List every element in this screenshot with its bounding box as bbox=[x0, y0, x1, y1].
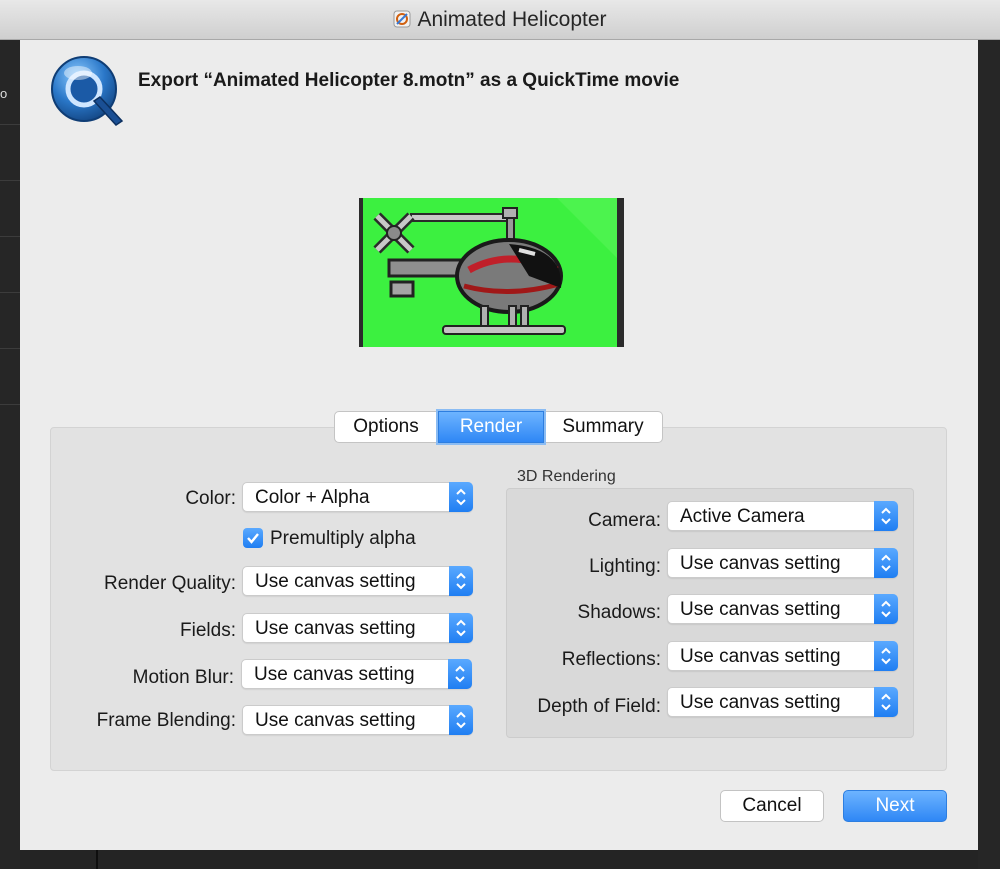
reflections-popup[interactable]: Use canvas setting bbox=[667, 641, 898, 671]
fields-value: Use canvas setting bbox=[255, 618, 416, 639]
shadows-value: Use canvas setting bbox=[680, 599, 841, 620]
chevron-updown-icon bbox=[874, 548, 898, 578]
tab-render[interactable]: Render bbox=[438, 411, 544, 443]
lighting-popup[interactable]: Use canvas setting bbox=[667, 548, 898, 578]
lighting-value: Use canvas setting bbox=[680, 553, 841, 574]
camera-label: Camera: bbox=[588, 510, 661, 531]
lighting-label: Lighting: bbox=[589, 556, 661, 577]
next-button[interactable]: Next bbox=[843, 790, 947, 822]
background-app-bottom bbox=[20, 850, 978, 869]
frame-blending-popup[interactable]: Use canvas setting bbox=[242, 705, 473, 735]
movie-preview-image bbox=[359, 198, 624, 347]
render-quality-value: Use canvas setting bbox=[255, 571, 416, 592]
chevron-updown-icon bbox=[448, 659, 472, 689]
color-value: Color + Alpha bbox=[255, 487, 370, 508]
tab-summary[interactable]: Summary bbox=[544, 411, 663, 443]
quicktime-logo-icon bbox=[50, 55, 124, 129]
checkmark-icon bbox=[247, 533, 259, 544]
tab-options[interactable]: Options bbox=[334, 411, 438, 443]
color-popup[interactable]: Color + Alpha bbox=[242, 482, 473, 512]
background-app-sidebar: o bbox=[0, 40, 20, 869]
fields-label: Fields: bbox=[180, 620, 236, 641]
reflections-label: Reflections: bbox=[561, 649, 661, 670]
chevron-updown-icon bbox=[449, 482, 473, 512]
background-glyph: o bbox=[0, 86, 8, 101]
cancel-button[interactable]: Cancel bbox=[720, 790, 824, 822]
depth-of-field-popup[interactable]: Use canvas setting bbox=[667, 687, 898, 717]
color-label: Color: bbox=[185, 488, 236, 509]
motion-blur-label: Motion Blur: bbox=[132, 667, 234, 688]
camera-popup[interactable]: Active Camera bbox=[667, 501, 898, 531]
export-sheet: Export “Animated Helicopter 8.motn” as a… bbox=[20, 40, 978, 850]
chevron-updown-icon bbox=[874, 594, 898, 624]
premultiply-checkbox[interactable] bbox=[243, 528, 263, 548]
chevron-updown-icon bbox=[874, 687, 898, 717]
chevron-updown-icon bbox=[874, 501, 898, 531]
premultiply-label[interactable]: Premultiply alpha bbox=[270, 528, 416, 550]
3d-rendering-title: 3D Rendering bbox=[517, 468, 616, 485]
frame-blending-label: Frame Blending: bbox=[96, 710, 236, 731]
tab-bar: Options Render Summary bbox=[334, 411, 663, 443]
depth-of-field-label: Depth of Field: bbox=[537, 696, 661, 717]
render-quality-popup[interactable]: Use canvas setting bbox=[242, 566, 473, 596]
shadows-label: Shadows: bbox=[577, 602, 661, 623]
window-title: Animated Helicopter bbox=[417, 8, 607, 31]
render-quality-label: Render Quality: bbox=[103, 573, 236, 594]
camera-value: Active Camera bbox=[680, 506, 805, 527]
motion-blur-value: Use canvas setting bbox=[254, 664, 415, 685]
motion-blur-popup[interactable]: Use canvas setting bbox=[241, 659, 472, 689]
motion-app-icon bbox=[393, 10, 411, 28]
window-title-bar: Animated Helicopter bbox=[0, 0, 1000, 40]
chevron-updown-icon bbox=[449, 705, 473, 735]
depth-of-field-value: Use canvas setting bbox=[680, 692, 841, 713]
dialog-heading: Export “Animated Helicopter 8.motn” as a… bbox=[138, 70, 680, 91]
shadows-popup[interactable]: Use canvas setting bbox=[667, 594, 898, 624]
frame-blending-value: Use canvas setting bbox=[255, 710, 416, 731]
chevron-updown-icon bbox=[449, 613, 473, 643]
chevron-updown-icon bbox=[874, 641, 898, 671]
reflections-value: Use canvas setting bbox=[680, 646, 841, 667]
chevron-updown-icon bbox=[449, 566, 473, 596]
fields-popup[interactable]: Use canvas setting bbox=[242, 613, 473, 643]
background-app-edge bbox=[978, 40, 1000, 869]
